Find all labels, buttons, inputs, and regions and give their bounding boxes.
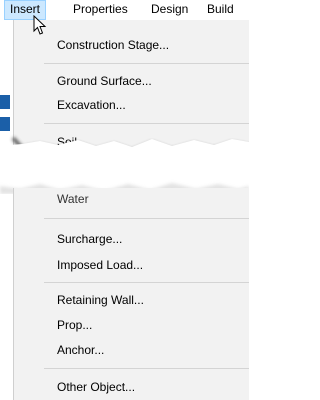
menu-item-surcharge[interactable]: Surcharge...	[14, 228, 249, 250]
mouse-pointer-icon	[33, 15, 47, 35]
menu-item-construction-stage[interactable]: Construction Stage...	[14, 34, 249, 56]
menu-separator	[44, 218, 249, 219]
menu-item-anchor[interactable]: Anchor...	[14, 339, 249, 361]
menu-separator	[44, 368, 249, 369]
menu-item-prop[interactable]: Prop...	[14, 314, 249, 336]
menu-item-water[interactable]: Water	[14, 192, 249, 206]
menu-item-retaining-wall[interactable]: Retaining Wall...	[14, 289, 249, 311]
menu-item-ground-surface[interactable]: Ground Surface...	[14, 70, 249, 92]
background-window-strip	[0, 20, 13, 400]
menu-properties[interactable]: Properties	[68, 0, 133, 20]
menu-separator	[44, 282, 249, 283]
menu-item-excavation[interactable]: Excavation...	[14, 94, 249, 116]
menu-design[interactable]: Design	[146, 0, 193, 20]
menu-separator	[44, 123, 249, 124]
menu-item-imposed-load[interactable]: Imposed Load...	[14, 254, 249, 276]
insert-dropdown-bottom: Water Surcharge... Imposed Load... Retai…	[13, 188, 249, 400]
menu-item-other-object[interactable]: Other Object...	[14, 376, 249, 398]
torn-edge-effect	[0, 136, 249, 194]
menu-separator	[44, 63, 249, 64]
background-window-mark	[0, 95, 10, 109]
menu-build[interactable]: Build	[202, 0, 239, 20]
